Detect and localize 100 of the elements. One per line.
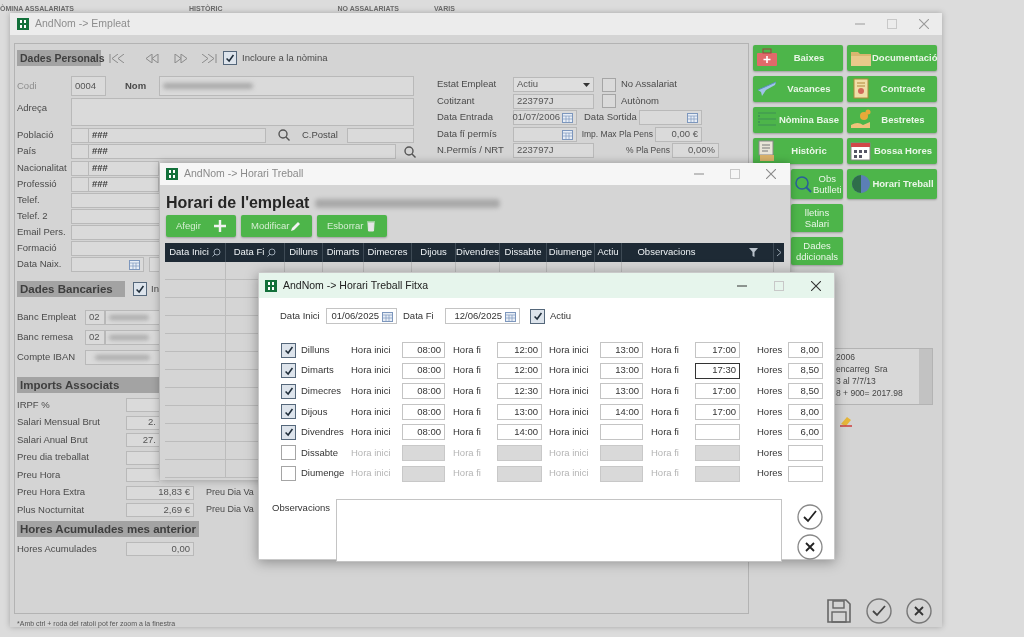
input-field[interactable] bbox=[71, 160, 89, 176]
time-field[interactable] bbox=[695, 424, 740, 441]
column-header[interactable]: Dimecres bbox=[367, 245, 408, 260]
input-field[interactable]: 8,00 bbox=[788, 342, 823, 358]
input-field[interactable] bbox=[159, 76, 414, 96]
time-field[interactable] bbox=[600, 465, 643, 482]
input-field[interactable] bbox=[347, 127, 414, 143]
time-field[interactable]: 14:00 bbox=[600, 403, 643, 420]
input-field[interactable]: 0004 bbox=[71, 76, 106, 96]
input-field[interactable] bbox=[126, 450, 159, 465]
dropdown[interactable]: Actiu bbox=[513, 77, 594, 92]
maximize-icon[interactable] bbox=[887, 19, 897, 29]
column-header[interactable]: Data Fi bbox=[233, 245, 265, 260]
time-field[interactable]: 13:00 bbox=[497, 403, 542, 420]
checkbox[interactable] bbox=[281, 342, 296, 358]
time-field[interactable] bbox=[600, 424, 643, 441]
input-field[interactable]: 8,50 bbox=[788, 362, 823, 379]
input-field[interactable]: 02 bbox=[85, 330, 105, 345]
input-field[interactable]: 2,69 € bbox=[126, 503, 194, 517]
input-field[interactable]: 01/07/2006 bbox=[513, 110, 577, 125]
input-field[interactable] bbox=[71, 225, 159, 240]
checkbox[interactable] bbox=[281, 466, 296, 482]
save-icon[interactable] bbox=[826, 597, 852, 624]
column-header[interactable]: Dijous bbox=[420, 245, 447, 260]
calendar-icon[interactable] bbox=[562, 128, 573, 140]
input-field[interactable]: 223797J bbox=[513, 143, 594, 158]
checkbox[interactable] bbox=[281, 404, 296, 420]
input-field[interactable]: 27. bbox=[126, 433, 159, 447]
time-field[interactable] bbox=[695, 444, 740, 461]
time-field[interactable]: 17:00 bbox=[695, 383, 740, 400]
column-header[interactable]: Divendres bbox=[456, 245, 499, 260]
input-field[interactable] bbox=[126, 468, 159, 482]
checkbox[interactable] bbox=[530, 308, 545, 324]
input-field[interactable] bbox=[71, 193, 159, 208]
time-field[interactable]: 14:00 bbox=[497, 424, 542, 441]
input-field[interactable]: 6,00 bbox=[788, 424, 823, 441]
input-field[interactable] bbox=[639, 110, 702, 125]
time-field[interactable]: 08:00 bbox=[402, 342, 445, 358]
cancel-icon[interactable] bbox=[797, 533, 823, 560]
input-field[interactable] bbox=[85, 350, 159, 365]
input-field[interactable] bbox=[71, 257, 144, 272]
close-icon[interactable] bbox=[811, 280, 821, 291]
checkbox[interactable] bbox=[133, 282, 147, 296]
input-field[interactable]: 18,83 € bbox=[126, 485, 194, 500]
time-field[interactable]: 12:00 bbox=[497, 362, 542, 379]
skip-back-icon[interactable] bbox=[109, 53, 125, 63]
time-field[interactable] bbox=[600, 444, 643, 461]
maximize-icon[interactable] bbox=[730, 169, 740, 179]
time-field[interactable] bbox=[497, 465, 542, 482]
time-field[interactable]: 08:00 bbox=[402, 403, 445, 420]
input-field[interactable] bbox=[71, 127, 89, 143]
checkbox[interactable] bbox=[281, 383, 296, 399]
time-field[interactable]: 17:30 bbox=[695, 362, 740, 379]
input-field[interactable]: ### bbox=[89, 177, 159, 192]
skip-forward-icon[interactable] bbox=[201, 53, 217, 63]
time-field[interactable] bbox=[497, 444, 542, 461]
input-field[interactable]: ### bbox=[89, 144, 396, 159]
input-field[interactable]: 0,00 bbox=[126, 542, 194, 556]
scrollbar[interactable] bbox=[919, 349, 932, 404]
time-field[interactable]: 08:00 bbox=[402, 383, 445, 400]
time-field[interactable] bbox=[402, 465, 445, 482]
time-field[interactable]: 13:00 bbox=[600, 342, 643, 358]
input-field[interactable]: 02 bbox=[85, 310, 105, 325]
maximize-icon[interactable] bbox=[774, 280, 784, 291]
input-field[interactable]: 8,00 bbox=[788, 403, 823, 420]
time-field[interactable]: 08:00 bbox=[402, 362, 445, 379]
input-field[interactable] bbox=[71, 98, 414, 126]
confirm-icon[interactable] bbox=[797, 503, 823, 530]
date-field[interactable]: 12/06/2025 bbox=[445, 308, 520, 324]
time-field[interactable]: 13:00 bbox=[600, 362, 643, 379]
input-field[interactable] bbox=[788, 444, 823, 461]
input-field[interactable]: 8,50 bbox=[788, 383, 823, 400]
column-header[interactable]: Actiu bbox=[597, 245, 619, 260]
input-field[interactable] bbox=[71, 177, 89, 192]
input-field[interactable] bbox=[788, 465, 823, 482]
calendar-icon[interactable] bbox=[505, 310, 516, 322]
column-header[interactable]: Dilluns bbox=[289, 245, 318, 260]
search-icon[interactable] bbox=[404, 145, 416, 158]
time-field[interactable]: 12:30 bbox=[497, 383, 542, 400]
date-field[interactable]: 01/06/2025 bbox=[326, 308, 397, 324]
column-header[interactable]: Data Inici bbox=[169, 245, 209, 260]
checkbox[interactable] bbox=[602, 77, 616, 92]
text-area[interactable] bbox=[336, 498, 782, 562]
calendar-icon[interactable] bbox=[382, 310, 393, 322]
time-field[interactable]: 12:00 bbox=[497, 342, 542, 358]
time-field[interactable]: 08:00 bbox=[402, 424, 445, 441]
calendar-icon[interactable] bbox=[687, 112, 698, 123]
input-field[interactable] bbox=[126, 398, 159, 412]
search-icon[interactable] bbox=[278, 129, 290, 141]
column-header[interactable]: Dimarts bbox=[326, 245, 360, 260]
rewind-icon[interactable] bbox=[144, 53, 160, 63]
checkbox[interactable] bbox=[281, 363, 296, 379]
time-field[interactable]: 17:00 bbox=[695, 403, 740, 420]
input-field[interactable] bbox=[105, 310, 159, 325]
fast-forward-icon[interactable] bbox=[173, 53, 189, 63]
column-header[interactable]: Dissabte bbox=[504, 245, 542, 260]
cancel-icon[interactable] bbox=[906, 597, 932, 624]
checkbox[interactable] bbox=[281, 424, 296, 440]
checkbox[interactable] bbox=[223, 51, 237, 65]
input-field[interactable]: ### bbox=[89, 160, 159, 176]
